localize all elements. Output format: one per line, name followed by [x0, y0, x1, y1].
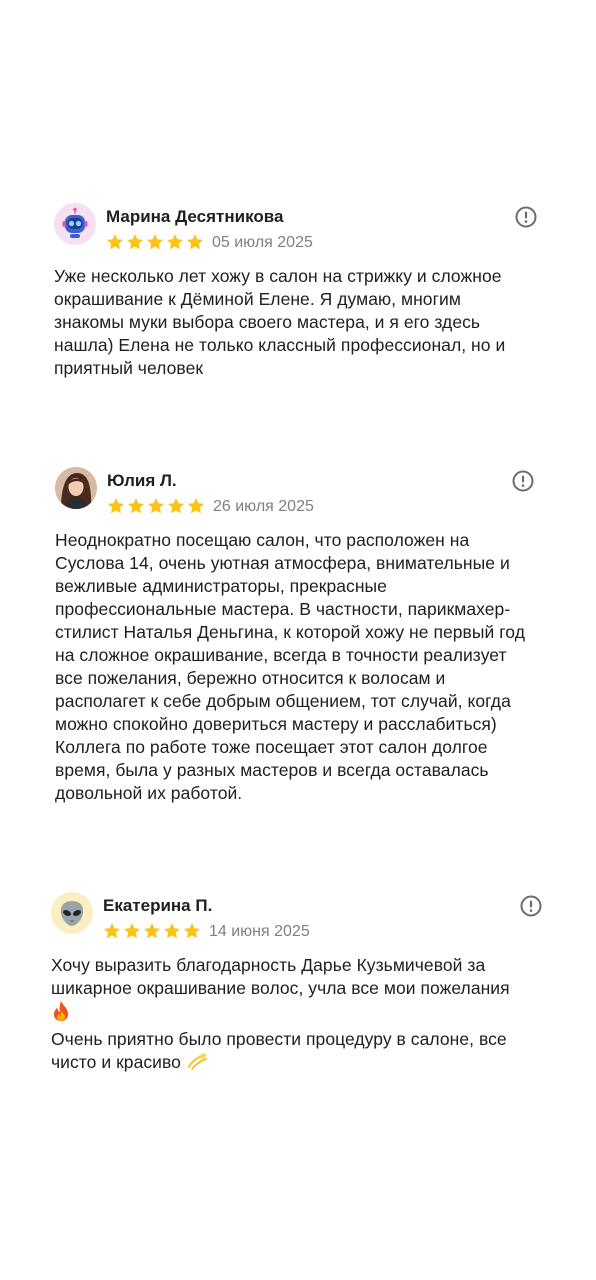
review-header: Юлия Л. 26 июля 2025	[55, 467, 545, 529]
alien-avatar-icon[interactable]	[51, 892, 93, 934]
star-icon	[107, 498, 125, 514]
star-icon	[106, 234, 124, 250]
review-date: 05 июля 2025	[212, 234, 313, 251]
review-text: Хочу выразить благодарность Дарье Кузьми…	[51, 954, 551, 1077]
star-icon	[123, 923, 141, 939]
review-text: Неоднократно посещаю салон, что располож…	[55, 530, 525, 803]
exclamation-circle-icon	[512, 470, 534, 492]
reviews-page: Марина Десятникова 05 июля 2025 Уже неск…	[0, 0, 596, 1280]
star-icon	[163, 923, 181, 939]
review-date: 26 июля 2025	[213, 498, 314, 515]
star-icon	[127, 498, 145, 514]
review-author[interactable]: Марина Десятникова	[106, 207, 283, 227]
rating-stars	[103, 922, 201, 940]
star-icon	[103, 923, 121, 939]
rating-stars	[107, 497, 205, 515]
review-card: Юлия Л. 26 июля 2025 Неоднократно посеща…	[55, 467, 545, 805]
rating-stars	[106, 233, 204, 251]
review-text: Уже несколько лет хожу в салон на стрижк…	[54, 266, 506, 378]
star-icon	[186, 234, 204, 250]
review-text-part1: Хочу выразить благодарность Дарье Кузьми…	[51, 955, 510, 998]
review-author[interactable]: Юлия Л.	[107, 471, 177, 491]
star-icon	[146, 234, 164, 250]
star-icon	[147, 498, 165, 514]
star-icon	[183, 923, 201, 939]
review-header: Марина Десятникова 05 июля 2025	[54, 203, 544, 265]
report-button[interactable]	[519, 894, 543, 918]
report-button[interactable]	[511, 469, 535, 493]
review-date: 14 июня 2025	[209, 923, 310, 940]
star-icon	[167, 498, 185, 514]
review-card: Марина Десятникова 05 июля 2025 Уже неск…	[54, 203, 544, 380]
exclamation-circle-icon	[520, 895, 542, 917]
fire-emoji	[51, 1000, 71, 1028]
star-icon	[143, 923, 161, 939]
report-button[interactable]	[514, 205, 538, 229]
user-photo-avatar[interactable]	[55, 467, 97, 509]
robot-avatar-icon[interactable]	[54, 203, 96, 245]
star-icon	[126, 234, 144, 250]
star-icon	[187, 498, 205, 514]
review-card: Екатерина П. 14 июня 2025 Хочу выразить …	[51, 892, 551, 1077]
review-header: Екатерина П. 14 июня 2025	[51, 892, 551, 954]
star-icon	[166, 234, 184, 250]
dizzy-emoji	[186, 1051, 208, 1077]
exclamation-circle-icon	[515, 206, 537, 228]
review-text-part2: Очень приятно было провести процедуру в …	[51, 1029, 507, 1072]
review-author[interactable]: Екатерина П.	[103, 896, 212, 916]
